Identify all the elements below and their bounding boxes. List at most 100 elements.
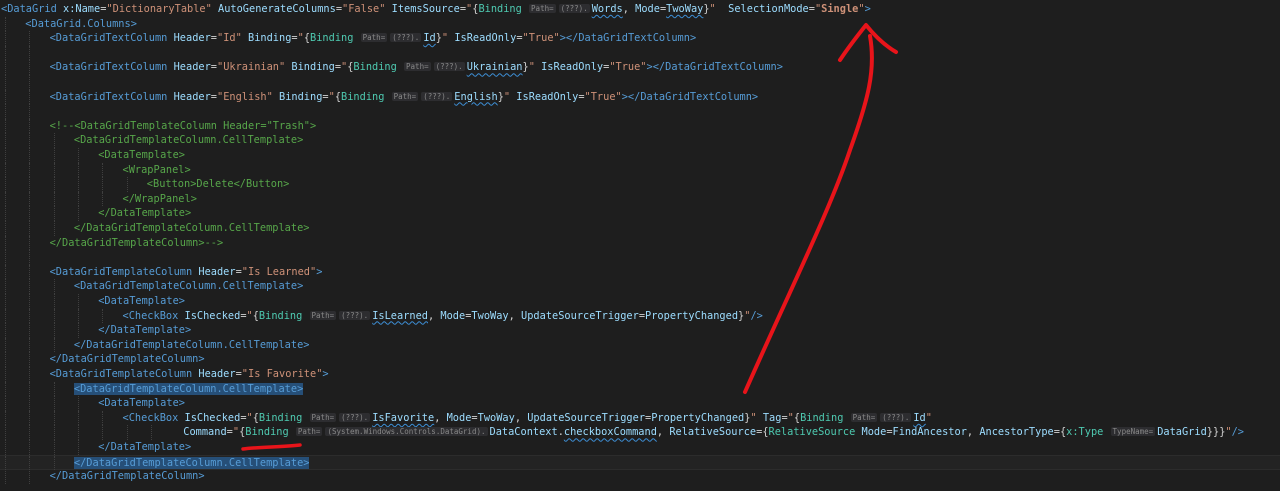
code-line[interactable]: <Button>Delete</Button> xyxy=(0,177,1280,192)
code-line[interactable]: Command="{Binding Path= (System.Windows.C… xyxy=(0,425,1280,440)
code-line[interactable]: </DataTemplate> xyxy=(0,206,1280,221)
code-token: PropertyChanged xyxy=(645,309,739,322)
code-line[interactable]: <DataGridTextColumn Header="English" Bin… xyxy=(0,89,1280,105)
code-line-content: </DataTemplate> xyxy=(98,440,191,455)
code-token: Words xyxy=(591,3,623,15)
indent-guide xyxy=(77,440,79,455)
code-line[interactable]: <DataTemplate> xyxy=(0,148,1280,163)
indent-guide xyxy=(5,381,6,397)
indent-guide xyxy=(5,206,6,221)
code-line[interactable] xyxy=(0,75,1280,90)
code-token: "True" xyxy=(609,61,647,74)
code-token: RelativeSource xyxy=(669,426,757,439)
indent-guide xyxy=(102,177,104,192)
code-line[interactable]: <DataTemplate> xyxy=(0,396,1280,411)
code-line[interactable]: <DataGridTemplateColumn Header="Is Learn… xyxy=(0,264,1280,280)
indent-guide xyxy=(53,133,55,148)
indent-guide xyxy=(5,191,6,207)
inlay-hint: (???). xyxy=(390,33,422,43)
code-token: > xyxy=(198,470,205,483)
indent-guide xyxy=(29,381,31,397)
code-token: DataContext xyxy=(489,426,558,439)
indent-guide xyxy=(77,148,79,163)
code-token: </DataTemplate> xyxy=(98,207,192,220)
code-token: TwoWay xyxy=(477,411,515,424)
indent-guide xyxy=(5,235,6,251)
code-line[interactable]: <DataGrid.Columns> xyxy=(0,16,1280,32)
inlay-hint: Path= xyxy=(360,33,388,43)
code-line[interactable]: <DataGridTemplateColumn.CellTemplate> xyxy=(0,279,1280,294)
indent-guide xyxy=(5,31,6,46)
code-line[interactable]: <DataGridTextColumn Header="Id" Binding=… xyxy=(0,31,1280,46)
code-line[interactable]: </WrapPanel> xyxy=(0,191,1280,207)
code-line[interactable]: </DataGridTemplateColumn.CellTemplate> xyxy=(0,454,1280,471)
code-line[interactable]: <DataGridTextColumn Header="Ukrainian" B… xyxy=(0,60,1280,75)
code-line-content: <DataGridTemplateColumn.CellTemplate> xyxy=(74,133,303,148)
indent-guide xyxy=(5,396,6,411)
code-line[interactable]: <DataGridTemplateColumn.CellTemplate> xyxy=(0,133,1280,148)
code-line[interactable]: </DataTemplate> xyxy=(0,440,1280,455)
code-line[interactable]: </DataGridTemplateColumn> xyxy=(0,469,1280,484)
code-line-content: </DataGridTemplateColumn.CellTemplate> xyxy=(74,338,310,353)
indent-guide xyxy=(102,308,104,324)
code-token: <WrapPanel> xyxy=(122,163,191,176)
code-line[interactable]: <DataGrid x:Name="DictionaryTable" AutoG… xyxy=(0,2,1280,17)
indent-guide xyxy=(29,235,31,251)
code-token: </ xyxy=(73,338,87,351)
xaml-code-editor[interactable]: <DataGrid x:Name="DictionaryTable" AutoG… xyxy=(0,0,1280,491)
indent-guide xyxy=(77,294,79,309)
code-line[interactable]: </DataGridTemplateColumn.CellTemplate> xyxy=(0,221,1280,236)
code-token: > xyxy=(303,338,310,351)
code-token: }}} xyxy=(1206,426,1226,439)
code-line[interactable]: <CheckBox IsChecked="{Binding Path= (???)… xyxy=(0,410,1280,426)
code-token: </WrapPanel> xyxy=(122,192,197,205)
code-line[interactable]: <WrapPanel> xyxy=(0,162,1280,178)
indent-guide xyxy=(53,396,55,411)
code-token: "Is Favorite" xyxy=(241,368,323,380)
code-token: x:Type xyxy=(1066,426,1104,439)
indent-guide xyxy=(53,191,55,207)
code-token: DataGrid xyxy=(7,3,57,15)
indent-guide xyxy=(29,250,31,265)
code-token: <DataTemplate> xyxy=(98,149,185,161)
code-line[interactable]: <DataTemplate> xyxy=(0,294,1280,309)
indent-guide xyxy=(5,75,6,90)
indent-guide xyxy=(53,294,55,309)
code-token: <DataGridTemplateColumn.CellTemplate> xyxy=(73,134,304,147)
inlay-hint: Path= xyxy=(391,91,419,101)
inlay-hint: (System.Windows.Controls.DataGrid). xyxy=(325,427,488,437)
code-token: > xyxy=(297,280,304,293)
indent-guide xyxy=(53,148,55,163)
indent-guide xyxy=(5,323,6,338)
indent-guide xyxy=(53,323,55,338)
code-line[interactable] xyxy=(0,104,1280,119)
code-line[interactable]: </DataGridTemplateColumn>--> xyxy=(0,235,1280,251)
indent-guide xyxy=(53,177,55,192)
code-token: , xyxy=(434,411,447,424)
indent-guide xyxy=(29,352,31,367)
code-line[interactable]: <!--<DataGridTemplateColumn Header="Tras… xyxy=(0,118,1280,134)
code-token: > xyxy=(130,17,137,30)
code-token: > xyxy=(185,324,192,337)
code-line[interactable]: </DataGridTemplateColumn> xyxy=(0,352,1280,367)
code-line[interactable]: <CheckBox IsChecked="{Binding Path= (???)… xyxy=(0,308,1280,324)
code-token: DataTemplate xyxy=(110,324,185,337)
code-token: > xyxy=(185,441,192,453)
indent-guide xyxy=(5,337,6,353)
indent-guide xyxy=(5,60,6,75)
code-token: <Button>Delete</Button> xyxy=(146,178,290,191)
code-line[interactable]: <DataGridTemplateColumn Header="Is Favor… xyxy=(0,367,1280,382)
code-line[interactable] xyxy=(0,250,1280,265)
indent-guide xyxy=(29,396,31,411)
code-line[interactable] xyxy=(0,45,1280,61)
inlay-hint: (???). xyxy=(433,62,465,72)
code-line-content: <DataGridTemplateColumn Header="Is Learn… xyxy=(50,265,323,280)
code-line[interactable]: <DataGridTemplateColumn.CellTemplate> xyxy=(0,381,1280,397)
indent-guide xyxy=(77,396,79,411)
indent-guide xyxy=(5,469,6,484)
code-token: "DictionaryTable" xyxy=(106,3,212,15)
code-line[interactable]: </DataTemplate> xyxy=(0,323,1280,338)
code-line[interactable]: </DataGridTemplateColumn.CellTemplate> xyxy=(0,337,1280,353)
